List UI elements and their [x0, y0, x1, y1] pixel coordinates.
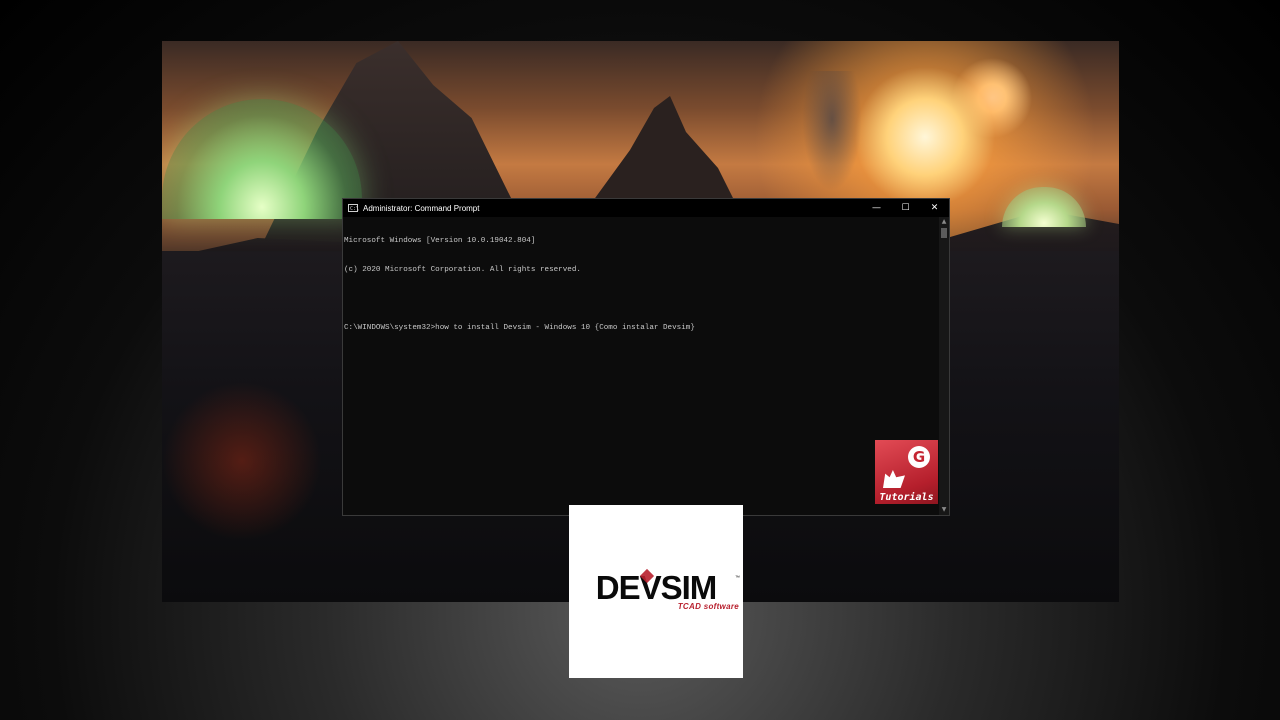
wallpaper-smoke	[802, 71, 862, 191]
console-line: Microsoft Windows [Version 10.0.19042.80…	[344, 237, 536, 246]
close-button[interactable]: ✕	[920, 199, 949, 217]
console-line: (c) 2020 Microsoft Corporation. All righ…	[344, 265, 581, 274]
window-title: Administrator: Command Prompt	[363, 203, 480, 213]
wallpaper-small-dome	[1002, 187, 1086, 227]
window-controls: — ☐ ✕	[862, 199, 949, 217]
console-output[interactable]: Microsoft Windows [Version 10.0.19042.80…	[344, 218, 938, 514]
trademark-symbol: ™	[735, 575, 740, 581]
scroll-down-arrow-icon[interactable]: ▼	[939, 505, 949, 515]
fox-logo-icon	[883, 470, 905, 488]
vertical-scrollbar[interactable]: ▲ ▼	[939, 217, 949, 515]
scroll-up-arrow-icon[interactable]: ▲	[939, 217, 949, 227]
minimize-button[interactable]: —	[862, 199, 891, 217]
maximize-button[interactable]: ☐	[891, 199, 920, 217]
console-line: C:\WINDOWS\system32>how to install Devsi…	[344, 323, 695, 332]
g-logo-icon: G	[908, 446, 930, 468]
scroll-thumb[interactable]	[941, 228, 947, 238]
tutorials-badge: G Tutorials	[875, 440, 938, 504]
devsim-logo-card: DEVSIM ™ TCAD software	[569, 505, 743, 678]
devsim-tagline: TCAD software	[677, 602, 739, 611]
command-prompt-window[interactable]: C:\ Administrator: Command Prompt — ☐ ✕ …	[342, 198, 950, 516]
cmd-app-icon[interactable]: C:\	[348, 204, 359, 212]
wallpaper-red-glow	[162, 381, 322, 541]
badge-label: Tutorials	[879, 492, 934, 503]
window-titlebar[interactable]: C:\ Administrator: Command Prompt — ☐ ✕	[343, 199, 949, 217]
